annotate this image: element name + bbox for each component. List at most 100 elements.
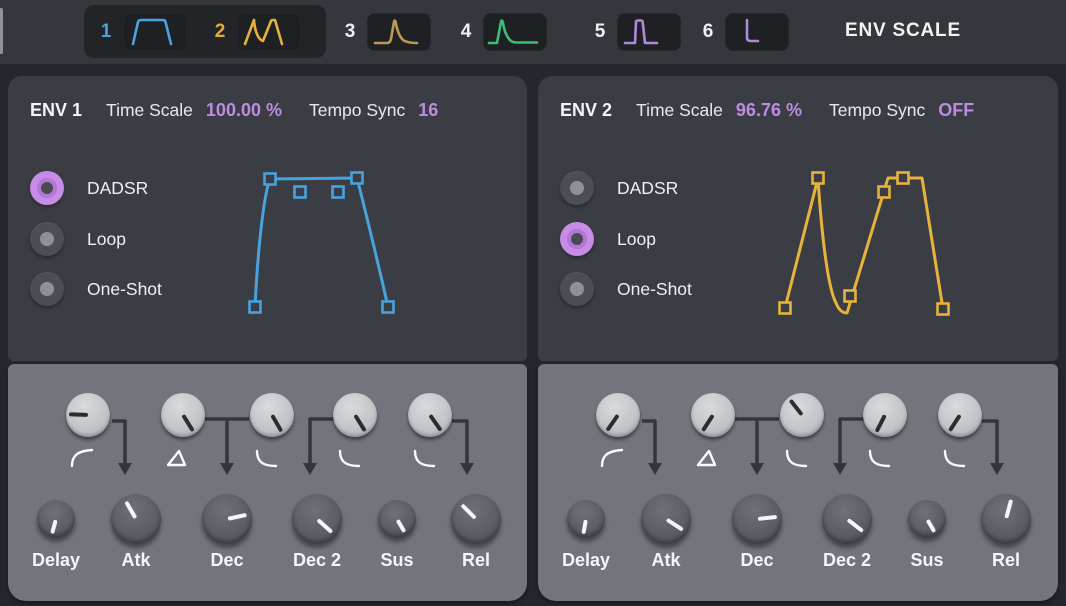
knob-label-atk: Atk [94, 550, 178, 571]
env-scale-label: ENV SCALE [845, 20, 961, 42]
knob-indicator [730, 492, 785, 547]
tab-env-2[interactable]: 2 [212, 13, 301, 51]
envelope-point-handle[interactable] [333, 187, 344, 198]
mode-label: Loop [87, 229, 126, 250]
loop-mode-row: Loop [560, 222, 656, 256]
one-shot-mode-row: One-Shot [30, 272, 162, 306]
envelope-curve-path [785, 178, 943, 313]
envelope-point-handle[interactable] [845, 291, 856, 302]
drop-envelope-icon [725, 13, 789, 51]
envelope-point-handle[interactable] [383, 302, 394, 313]
knob-indicator [197, 489, 256, 548]
tab-env-6[interactable]: 6 [700, 13, 789, 51]
sus-knob[interactable] [908, 500, 946, 538]
time-scale-value[interactable]: 100.00 % [206, 100, 282, 121]
envelope-curve-display[interactable] [222, 146, 532, 346]
stage-curve-knob-1[interactable] [66, 393, 110, 437]
left-edge-accent [0, 8, 3, 54]
dec-knob[interactable] [732, 494, 782, 544]
delay-knob[interactable] [567, 500, 605, 538]
tab-env-3[interactable]: 3 [342, 13, 431, 51]
mode-label: DADSR [87, 178, 148, 199]
triangle-curve-icon [168, 451, 185, 465]
loop-radio[interactable] [30, 222, 64, 256]
dec-knob[interactable] [202, 494, 252, 544]
stage-curve-knob-5[interactable] [938, 393, 982, 437]
envelope-point-handle[interactable] [295, 187, 306, 198]
one-shot-radio[interactable] [560, 272, 594, 306]
envelope-tab-bar: 1 2 3 4 5 6 ENV SCALE [0, 0, 1066, 64]
knob-indicator [65, 392, 111, 438]
knob-label-sus: Sus [885, 550, 969, 571]
time-scale-value[interactable]: 96.76 % [736, 100, 802, 121]
knob-label-dec-2: Dec 2 [275, 550, 359, 571]
trapezoid-envelope-icon [123, 13, 187, 51]
loop-radio[interactable] [560, 222, 594, 256]
knob-label-sus: Sus [355, 550, 439, 571]
envelope-curve-display[interactable] [752, 146, 1062, 346]
envelope-point-handle[interactable] [879, 187, 890, 198]
dec-2-knob[interactable] [822, 494, 872, 544]
stage-curve-knob-2[interactable] [691, 393, 735, 437]
one-shot-radio[interactable] [30, 272, 64, 306]
stage-curve-knob-1[interactable] [596, 393, 640, 437]
fall-curve-icon [787, 451, 806, 466]
stage-curve-knob-4[interactable] [333, 393, 377, 437]
tab-env-5[interactable]: 5 [592, 13, 681, 51]
envelope-point-handle[interactable] [250, 302, 261, 313]
env2-panel: ENV 2 Time Scale 96.76 % Tempo Sync OFF … [538, 76, 1058, 361]
stage-curve-knob-2[interactable] [161, 393, 205, 437]
dec-2-knob[interactable] [292, 494, 342, 544]
mode-label: DADSR [617, 178, 678, 199]
tempo-sync-value[interactable]: OFF [938, 100, 974, 121]
envelope-point-handle[interactable] [898, 173, 909, 184]
fall-curve-icon [257, 451, 276, 466]
atk-knob[interactable] [111, 494, 161, 544]
rise-curve-icon [602, 450, 622, 466]
env2-header: ENV 2 Time Scale 96.76 % Tempo Sync OFF [560, 100, 974, 121]
tab-number: 2 [212, 21, 228, 43]
envelope-point-handle[interactable] [265, 174, 276, 185]
envelope-point-handle[interactable] [813, 173, 824, 184]
env1-header: ENV 1 Time Scale 100.00 % Tempo Sync 16 [30, 100, 438, 121]
mode-label: Loop [617, 229, 656, 250]
mode-label: One-Shot [87, 279, 162, 300]
envelope-point-handle[interactable] [780, 303, 791, 314]
dadsr-radio[interactable] [30, 171, 64, 205]
dadsr-radio[interactable] [560, 171, 594, 205]
knob-label-delay: Delay [14, 550, 98, 571]
knob-label-dec-2: Dec 2 [805, 550, 889, 571]
tab-env-1[interactable]: 1 [98, 13, 187, 51]
atk-knob[interactable] [641, 494, 691, 544]
knob-label-atk: Atk [624, 550, 708, 571]
fall-curve-icon [415, 451, 434, 466]
env1-knob-section: DelayAtk Dec Dec 2SusRel [8, 364, 527, 601]
fall-curve-icon [870, 451, 889, 466]
stage-curve-knob-4[interactable] [863, 393, 907, 437]
stage-curve-knob-5[interactable] [408, 393, 452, 437]
delay-knob[interactable] [37, 500, 75, 538]
fall-curve-icon [945, 451, 964, 466]
tempo-sync-value[interactable]: 16 [418, 100, 438, 121]
tab-number: 1 [98, 21, 114, 43]
stage-curve-knob-3[interactable] [780, 393, 824, 437]
rise-curve-icon [72, 450, 92, 466]
plugin-window: 1 2 3 4 5 6 ENV SCALE ENV 1 Time Scale [0, 0, 1066, 606]
rel-knob[interactable] [981, 494, 1031, 544]
stage-curve-knob-3[interactable] [250, 393, 294, 437]
env1-panel: ENV 1 Time Scale 100.00 % Tempo Sync 16 … [8, 76, 527, 361]
pluck-tail-envelope-icon [483, 13, 547, 51]
sus-knob[interactable] [378, 500, 416, 538]
rel-knob[interactable] [451, 494, 501, 544]
time-scale-label: Time Scale [636, 100, 723, 121]
knob-label-rel: Rel [434, 550, 518, 571]
knob-label-dec: Dec [185, 550, 269, 571]
envelope-point-handle[interactable] [352, 173, 363, 184]
double-peak-envelope-icon [237, 13, 301, 51]
knob-label-dec: Dec [715, 550, 799, 571]
env-title: ENV 2 [560, 100, 612, 121]
tab-env-4[interactable]: 4 [458, 13, 547, 51]
envelope-point-handle[interactable] [938, 304, 949, 315]
knob-label-rel: Rel [964, 550, 1048, 571]
time-scale-label: Time Scale [106, 100, 193, 121]
